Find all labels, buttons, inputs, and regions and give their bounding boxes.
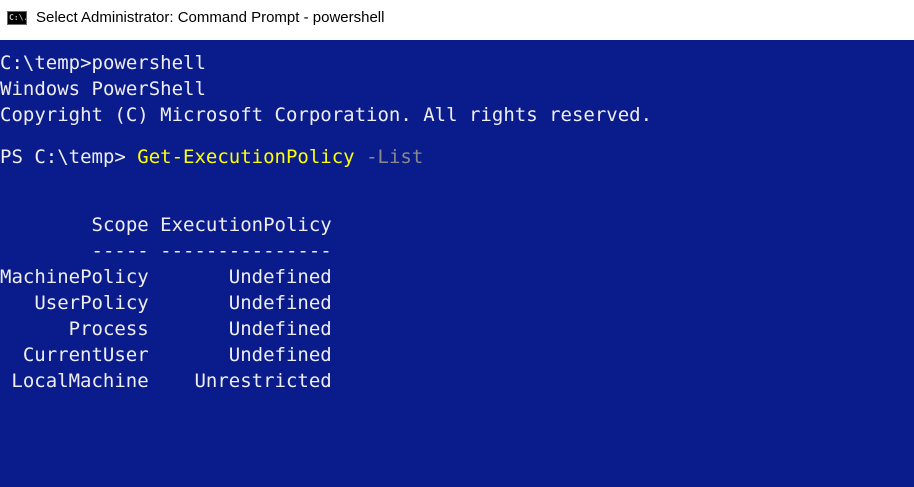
table-separator: ----- --------------- (0, 240, 332, 262)
policy-cell: Undefined (228, 318, 332, 340)
scope-cell: MachinePolicy (0, 266, 149, 288)
command-prompt-window: C:\. Select Administrator: Command Promp… (0, 0, 914, 487)
scope-cell: LocalMachine (11, 370, 149, 392)
prompt-line: PS C:\temp> Get-ExecutionPolicy -List (0, 144, 423, 170)
table-row: MachinePolicy Undefined (0, 264, 332, 290)
command-parameter: -List (354, 146, 424, 168)
table-row: LocalMachine Unrestricted (0, 368, 332, 394)
scope-cell: Process (68, 318, 149, 340)
table-row: CurrentUser Undefined (0, 342, 332, 368)
table-row: Process Undefined (0, 316, 332, 342)
policy-cell: Undefined (228, 292, 332, 314)
console-line: Copyright (C) Microsoft Corporation. All… (0, 104, 653, 126)
policy-cell: Undefined (228, 344, 332, 366)
policy-cell: Undefined (228, 266, 332, 288)
table-row: UserPolicy Undefined (0, 290, 332, 316)
command-prompt-icon[interactable]: C:\. (7, 11, 27, 25)
title-bar[interactable]: C:\. Select Administrator: Command Promp… (0, 0, 914, 40)
console-line: C:\temp>powershell (0, 52, 206, 74)
console-output[interactable]: C:\temp>powershell Windows PowerShell Co… (0, 40, 914, 487)
column-gap (149, 318, 160, 340)
console-line: Windows PowerShell (0, 78, 206, 100)
scope-cell: UserPolicy (34, 292, 149, 314)
column-gap (149, 266, 160, 288)
command-name: Get-ExecutionPolicy (137, 146, 355, 168)
scope-cell: CurrentUser (22, 344, 149, 366)
column-gap (149, 292, 160, 314)
policy-cell: Unrestricted (194, 370, 332, 392)
table-header: Scope ExecutionPolicy (0, 214, 332, 236)
window-title: Select Administrator: Command Prompt - p… (36, 9, 385, 26)
prompt-prefix: PS C:\temp> (0, 146, 138, 168)
column-gap (149, 344, 160, 366)
column-gap (149, 370, 160, 392)
